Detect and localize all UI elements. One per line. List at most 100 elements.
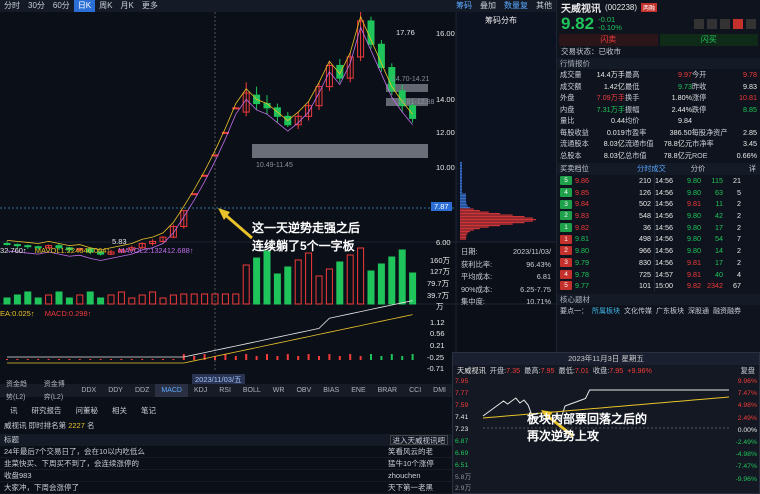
ind-tab-12[interactable]: ENE (345, 384, 371, 397)
concept-tag[interactable]: 所属板块 (592, 306, 620, 316)
ind-tab-6[interactable]: KDJ (188, 384, 213, 397)
level-badge: 1 (560, 234, 572, 244)
ind-tab-7[interactable]: RSI (213, 384, 237, 397)
tick-cell: 14:56 (655, 199, 673, 209)
btn-adjust[interactable]: 数量复 (500, 0, 532, 12)
volume-bar (55, 291, 63, 305)
prev-icon[interactable] (707, 19, 717, 29)
ind-tab-5[interactable]: MACD (155, 384, 188, 397)
chip-bar (460, 171, 462, 173)
tab-more[interactable]: 更多 (138, 0, 162, 12)
info-tab-notes[interactable]: 笔记 (141, 405, 156, 417)
ind-tab-4[interactable]: DDZ (129, 384, 155, 397)
ind-tab-11[interactable]: BIAS (317, 384, 345, 397)
tab-monthly-k[interactable]: 月K (117, 0, 138, 12)
chip-bar (460, 225, 501, 227)
chip-bar (460, 169, 462, 171)
stat-value (727, 115, 757, 127)
info-tab-news[interactable]: 讯 (10, 405, 18, 417)
btn-overlay[interactable]: 叠加 (476, 0, 500, 12)
ob-tab-price[interactable]: 分价 (673, 163, 723, 175)
news-title[interactable]: 收盘983 (4, 470, 388, 481)
level-volume: 210 (639, 176, 651, 185)
btn-chips[interactable]: 筹码 (452, 0, 476, 12)
box2-label: 13.81-12.88 (397, 99, 435, 106)
info-tab-research[interactable]: 研究报告 (32, 405, 62, 417)
add-icon[interactable] (694, 19, 704, 29)
ind-tab-2[interactable]: DDX (75, 384, 102, 397)
ind-tab-15[interactable]: DMI (427, 384, 452, 397)
info-tab-related[interactable]: 相关 (112, 405, 127, 417)
quick-buy-button[interactable]: 闪买 (659, 34, 758, 46)
news-item[interactable]: 大家冲，下周会涨停了 天下第一老黑 (0, 482, 452, 494)
mini-open: 7.35 (506, 366, 521, 375)
tick-cell: 9.80 (687, 246, 701, 256)
chip-bar (460, 207, 470, 209)
stats-row: 成交额 1.42亿 最低 9.73 昨收 9.83 (557, 81, 760, 93)
news-item[interactable]: 韭菜快买、下周买不到了，会连续涨停的 猛牛10个涨停 (0, 458, 452, 470)
chip-bar (460, 165, 462, 167)
macd-hist (151, 359, 154, 360)
chip-bar (460, 195, 467, 197)
tab-30min[interactable]: 30分 (24, 0, 49, 12)
ind-tab-1[interactable]: 资金博弈(L2) (38, 378, 76, 404)
chip-bar (460, 238, 467, 240)
stats-grid: 成交量 14.4万手 最高 9.97 今开 9.78 成交额 1.42亿 最低 9.73 昨收 9.8… (557, 69, 760, 161)
ind-tab-9[interactable]: WR (267, 384, 291, 397)
ind-tab-13[interactable]: BRAR (372, 384, 403, 397)
chip-bar (460, 235, 467, 237)
next-icon[interactable] (720, 19, 730, 29)
concept-tag[interactable]: 融资融券 (713, 306, 741, 316)
level-volume: 830 (639, 257, 651, 267)
stats-row: 内盘 7.31万手 振幅 2.44% 跌停 8.85 (557, 104, 760, 116)
stat-value: 9.83 (742, 81, 757, 91)
info-tab-qa[interactable]: 问董秘 (76, 405, 99, 417)
stat-label: 今开 (691, 70, 707, 79)
trade-status: 交易状态：已收市 (561, 47, 621, 56)
quick-sell-button[interactable]: 闪卖 (559, 34, 658, 46)
concept-tags: 要点一： 所属板块 文化传媒 广东板块 深股通 融资融券 (557, 305, 760, 317)
mini-replay[interactable]: 复盘 (741, 365, 759, 376)
concept-tag[interactable]: 深股通 (688, 306, 709, 316)
ind-tab-8[interactable]: BOLL (237, 384, 267, 397)
orderbook: 5 9.86 210 4 9.85 126 3 9.84 502 2 9.83 548 1 9.82 36 1… (557, 175, 655, 292)
news-item[interactable]: 24年最后7个交易日了，会在10以内吃低么 笑看风云的老 (0, 446, 452, 458)
mini-left-tick: 6.69 (455, 450, 469, 457)
concept-tag[interactable]: 文化传媒 (624, 306, 652, 316)
concept-tag[interactable]: 广东板块 (656, 306, 684, 316)
stat-value: 0.66% (736, 150, 757, 160)
tick-row: 14:57 9.81 40 4 (655, 269, 760, 281)
ob-tab-detail[interactable]: 详 (723, 163, 760, 175)
ind-tab-14[interactable]: CCI (403, 384, 427, 397)
news-item[interactable]: 收盘983 zhouchen (0, 470, 452, 482)
ind-tab-3[interactable]: DDY (102, 384, 129, 397)
kline-chart[interactable] (0, 12, 556, 372)
stat-label: 总市值 (625, 150, 647, 160)
chip-bar (460, 177, 462, 179)
ind-tab-0[interactable]: 资金趋势(L2) (0, 378, 38, 404)
tab-daily-k[interactable]: 日K (73, 0, 96, 12)
ind-tab-10[interactable]: OBV (290, 384, 317, 397)
callout-1-line-1: 这一天逆势走强之后 (252, 221, 361, 235)
stat-value: 1.80% (671, 93, 692, 102)
btn-other[interactable]: 其他 (532, 0, 556, 12)
red-flag-icon[interactable] (733, 19, 743, 29)
chip-bar (460, 175, 462, 177)
conc-value: 10.71% (526, 297, 551, 306)
ob-tab-ticks[interactable]: 分时成交 (637, 163, 673, 175)
ob-tab-levels[interactable]: 买卖档位 (557, 163, 637, 175)
stat-label: 外盘 (560, 93, 575, 102)
tab-60min[interactable]: 60分 (49, 0, 74, 12)
tab-weekly-k[interactable]: 周K (95, 0, 116, 12)
enter-forum-button[interactable]: 进入天威视讯吧 (389, 435, 448, 445)
level-price: 9.85 (575, 187, 589, 197)
menu-icon[interactable] (746, 19, 756, 29)
level-price: 9.78 (575, 269, 589, 279)
news-title[interactable]: 24年最后7个交易日了，会在10以内吃低么 (4, 446, 388, 457)
tab-fenshi[interactable]: 分时 (0, 0, 24, 12)
volume-bar (398, 249, 406, 305)
stat-label: 最低 (625, 81, 640, 91)
news-title[interactable]: 大家冲，下周会涨停了 (4, 482, 388, 493)
macd-axis-1: 0.56 (430, 329, 445, 338)
news-title[interactable]: 韭菜快买、下周买不到了，会连续涨停的 (4, 458, 388, 469)
